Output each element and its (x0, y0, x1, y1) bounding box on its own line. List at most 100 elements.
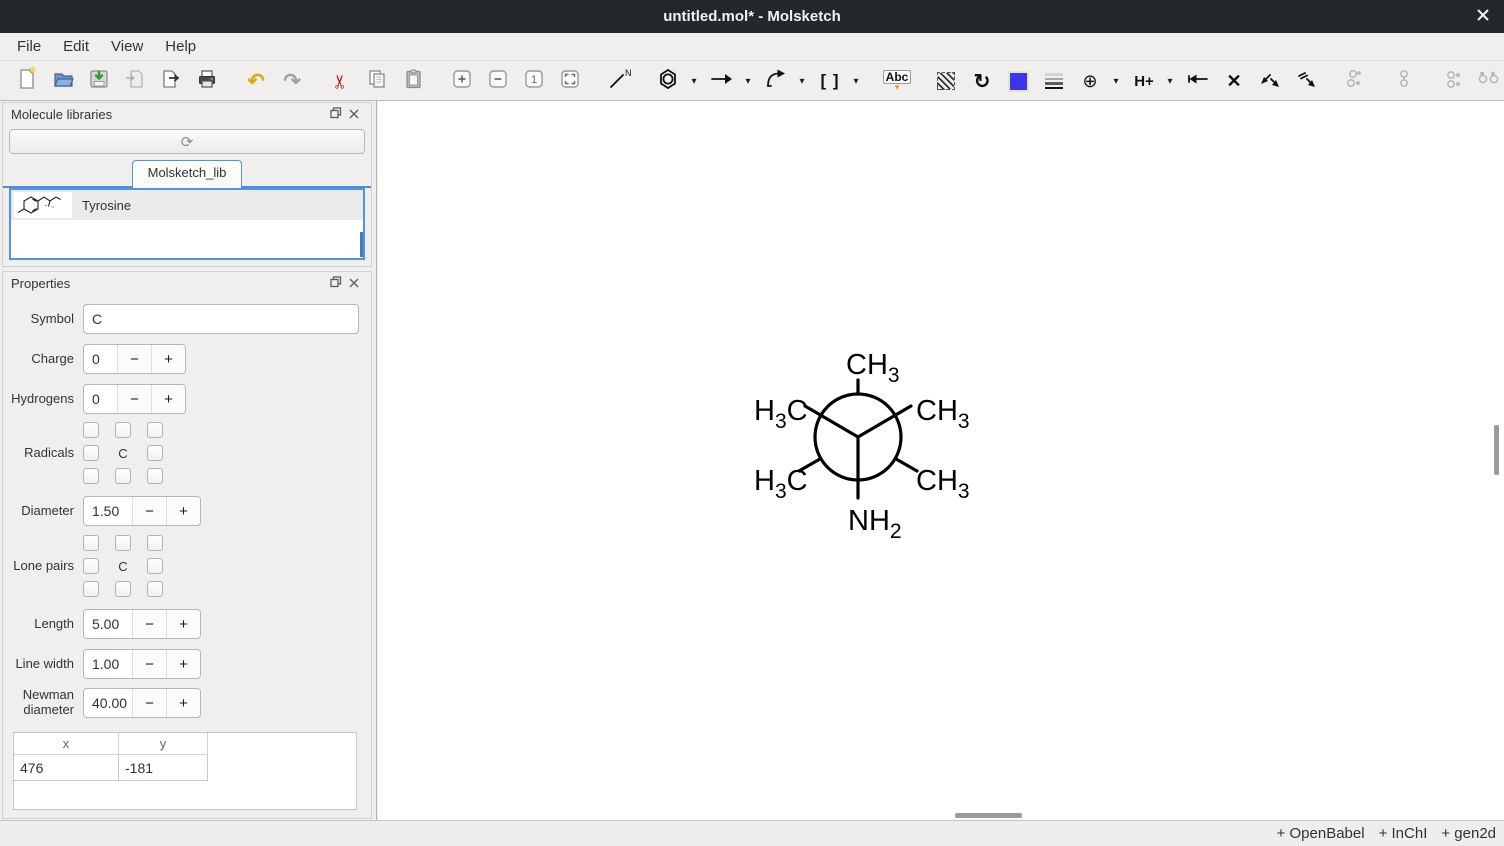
vertical-scrollbar[interactable] (1494, 425, 1499, 475)
lone-pair-checkbox[interactable] (115, 581, 131, 597)
radical-checkbox[interactable] (147, 445, 163, 461)
stack-atoms-button-disabled[interactable] (1389, 66, 1419, 96)
line-width-increment-button[interactable]: + (166, 650, 200, 678)
zoom-original-button[interactable]: 1 (519, 66, 549, 96)
lone-pair-checkbox[interactable] (83, 558, 99, 574)
radical-checkbox[interactable] (147, 468, 163, 484)
diameter-increment-button[interactable]: + (166, 497, 200, 525)
radical-checkbox[interactable] (83, 445, 99, 461)
lone-pair-checkbox[interactable] (147, 581, 163, 597)
line-width-button[interactable] (1039, 66, 1069, 96)
refresh-libraries-button[interactable]: ⟳ (9, 129, 365, 154)
hydrogens-increment-button[interactable]: + (151, 385, 185, 413)
connect-atoms-button-disabled[interactable] (1340, 66, 1370, 96)
library-list-scrollbar[interactable] (360, 232, 363, 257)
brackets-button[interactable]: [ ] (815, 66, 845, 96)
radical-checkbox[interactable] (115, 422, 131, 438)
menu-help[interactable]: Help (154, 35, 207, 58)
insert-text-button[interactable]: Abc ▾ (882, 66, 912, 96)
insert-ring-button[interactable] (653, 66, 683, 96)
line-width-decrement-button[interactable]: − (132, 650, 166, 678)
radical-checkbox[interactable] (83, 422, 99, 438)
charge-button[interactable]: ⊕ (1075, 66, 1105, 96)
diameter-value[interactable]: 1.50 (84, 497, 132, 525)
float-panel-button[interactable] (327, 275, 345, 291)
radical-checkbox[interactable] (115, 468, 131, 484)
draw-bond-button[interactable]: N (604, 66, 634, 96)
length-increment-button[interactable]: + (166, 610, 200, 638)
lone-pair-checkbox[interactable] (115, 535, 131, 551)
lone-pair-checkbox[interactable] (83, 535, 99, 551)
lone-pair-checkbox[interactable] (83, 581, 99, 597)
delete-button[interactable]: ✕ (1219, 66, 1249, 96)
radical-checkbox[interactable] (83, 468, 99, 484)
cell-y[interactable]: -181 (119, 755, 208, 781)
mechanism-arrow-alt-button[interactable] (1291, 66, 1321, 96)
charge-dropdown[interactable]: ▾ (1109, 66, 1123, 96)
drawing-canvas[interactable]: CH3 H3C CH3 H3C CH3 NH2 (378, 101, 1504, 820)
hydrogens-button[interactable]: H+ (1129, 66, 1159, 96)
zoom-out-button[interactable] (483, 66, 513, 96)
list-item-tyrosine[interactable]: Tyrosine (11, 190, 363, 220)
tab-molsketch-lib[interactable]: Molsketch_lib (132, 160, 243, 188)
hatch-selection-button[interactable] (931, 66, 961, 96)
horizontal-scrollbar[interactable] (955, 813, 1022, 818)
new-document-button[interactable]: ★ (12, 66, 42, 96)
radical-checkbox[interactable] (147, 422, 163, 438)
color-picker-button[interactable] (1003, 66, 1033, 96)
hydrogens-dropdown[interactable]: ▾ (1163, 66, 1177, 96)
float-panel-button[interactable] (327, 106, 345, 122)
charge-decrement-button[interactable]: − (117, 345, 151, 373)
newman-diameter-decrement-button[interactable]: − (132, 689, 166, 717)
curved-arrow-button[interactable] (761, 66, 791, 96)
charge-value[interactable]: 0 (84, 345, 117, 373)
redo-button[interactable]: ↷ (277, 66, 307, 96)
menu-view[interactable]: View (100, 35, 154, 58)
menu-file[interactable]: File (6, 35, 52, 58)
svg-text:N: N (625, 68, 631, 78)
newman-diameter-label: Newman diameter (3, 688, 83, 718)
lone-pair-arrow-button[interactable] (1183, 66, 1213, 96)
column-header-x[interactable]: x (14, 733, 119, 755)
menu-edit[interactable]: Edit (52, 35, 100, 58)
length-decrement-button[interactable]: − (132, 610, 166, 638)
insert-ring-dropdown[interactable]: ▾ (687, 66, 701, 96)
cut-button[interactable]: ✂ (326, 66, 356, 96)
hydrogens-decrement-button[interactable]: − (117, 385, 151, 413)
charge-increment-button[interactable]: + (151, 345, 185, 373)
newman-diameter-increment-button[interactable]: + (166, 689, 200, 717)
close-panel-button[interactable] (345, 106, 363, 122)
save-button[interactable] (84, 66, 114, 96)
brackets-dropdown[interactable]: ▾ (849, 66, 863, 96)
hydrogens-value[interactable]: 0 (84, 385, 117, 413)
zoom-fit-button[interactable] (555, 66, 585, 96)
print-button[interactable] (192, 66, 222, 96)
pair-atoms-button-disabled[interactable] (1438, 66, 1468, 96)
line-width-value[interactable]: 1.00 (84, 650, 132, 678)
diameter-decrement-button[interactable]: − (132, 497, 166, 525)
open-file-button[interactable] (48, 66, 78, 96)
window-close-button[interactable] (1472, 6, 1494, 28)
rotate-button[interactable]: ↻ (967, 66, 997, 96)
lone-pair-checkbox[interactable] (147, 558, 163, 574)
rings-button-disabled[interactable] (1474, 66, 1504, 96)
cell-x[interactable]: 476 (14, 755, 119, 781)
reaction-arrow-dropdown[interactable]: ▾ (741, 66, 755, 96)
curved-arrow-dropdown[interactable]: ▾ (795, 66, 809, 96)
copy-icon (366, 68, 388, 95)
symbol-input[interactable] (83, 304, 359, 334)
column-header-y[interactable]: y (119, 733, 208, 755)
reaction-arrow-button[interactable] (707, 66, 737, 96)
lone-pair-checkbox[interactable] (147, 535, 163, 551)
undo-button[interactable]: ↶ (241, 66, 271, 96)
import-button[interactable] (120, 66, 150, 96)
newman-diameter-value[interactable]: 40.00 (84, 689, 132, 717)
length-value[interactable]: 5.00 (84, 610, 132, 638)
text-tool-icon: Abc ▾ (883, 70, 912, 92)
export-button[interactable] (156, 66, 186, 96)
zoom-in-button[interactable] (447, 66, 477, 96)
close-panel-button[interactable] (345, 275, 363, 291)
mechanism-arrow-button[interactable] (1255, 66, 1285, 96)
paste-button[interactable] (398, 66, 428, 96)
copy-button[interactable] (362, 66, 392, 96)
